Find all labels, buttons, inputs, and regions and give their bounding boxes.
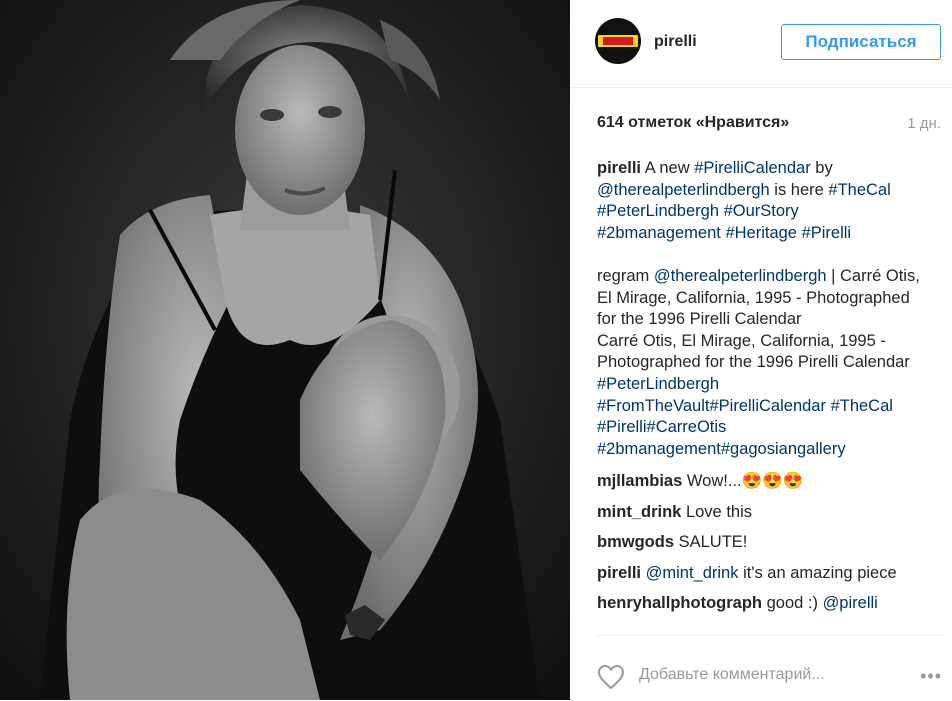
hashtag[interactable]: #PirelliCalendar	[694, 159, 810, 177]
hashtag[interactable]: #PeterLindbergh	[597, 375, 719, 393]
hashtag[interactable]: #PirelliCalendar	[710, 397, 826, 415]
post-details-panel: pirelli Подписаться 614 отметок «Нравитс…	[570, 0, 952, 700]
heart-icon[interactable]	[597, 664, 625, 690]
caption-line: #2bmanagement #Heritage #Pirelli	[597, 223, 947, 245]
caption-text: A new	[641, 159, 695, 177]
caption-username[interactable]: pirelli	[597, 159, 641, 177]
caption-text: regram	[597, 266, 654, 285]
caption-line: El Mirage, California, 1995 - Photograph…	[597, 288, 910, 307]
comment: mint_drink Love this	[597, 501, 947, 532]
hashtag[interactable]: #CarreOtis	[647, 418, 727, 436]
caption-line: Photographed for the 1996 Pirelli Calend…	[597, 353, 910, 372]
username-link[interactable]: pirelli	[654, 33, 697, 51]
comment-username[interactable]: pirelli	[597, 564, 641, 582]
comment-username[interactable]: mjllambias	[597, 472, 682, 490]
caption-line: #PeterLindbergh #OurStory	[597, 201, 947, 223]
comment: bmwgods SALUTE!	[597, 531, 947, 562]
caption-text: by	[810, 159, 833, 177]
post-caption: pirelli A new #PirelliCalendar by @there…	[597, 158, 947, 460]
comment-username[interactable]: mint_drink	[597, 503, 681, 521]
caption-line: @therealpeterlindbergh is here #TheCal	[597, 180, 947, 202]
pirelli-logo-band	[603, 37, 633, 45]
hashtag[interactable]: #PeterLindbergh	[597, 202, 719, 220]
mention[interactable]: @therealpeterlindbergh	[654, 267, 827, 285]
caption-line: Carré Otis, El Mirage, California, 1995 …	[597, 331, 886, 350]
follow-button[interactable]: Подписаться	[781, 24, 941, 60]
comment-text: Love this	[685, 502, 752, 521]
hashtag[interactable]: #TheCal	[828, 181, 890, 199]
caption-line: #PeterLindbergh	[597, 374, 947, 396]
mention[interactable]: @pirelli	[823, 594, 878, 612]
caption-line: #FromTheVault#PirelliCalendar #TheCal	[597, 396, 947, 418]
caption-line: #Pirelli#CarreOtis	[597, 417, 947, 439]
comment: pirelli @mint_drink it's an amazing piec…	[597, 562, 947, 593]
avatar[interactable]	[595, 18, 641, 64]
comment-text: Wow!...😍😍😍	[686, 472, 804, 490]
hashtag[interactable]: #OurStory	[724, 202, 799, 220]
comment-username[interactable]: henryhallphotograph	[597, 594, 762, 612]
photo-image	[0, 0, 570, 700]
post-header: pirelli Подписаться	[570, 0, 952, 88]
likes-count[interactable]: 614 отметок «Нравится»	[597, 114, 789, 132]
caption-text: is here	[769, 180, 829, 199]
hashtag[interactable]: #gagosiangallery	[721, 440, 846, 458]
hashtag[interactable]: #2bmanagement	[597, 224, 721, 242]
hashtag[interactable]: #Pirelli	[802, 224, 852, 242]
comment: mjllambias Wow!...😍😍😍	[597, 470, 947, 501]
caption-text: | Carré Otis,	[826, 266, 920, 285]
post-time[interactable]: 1 дн.	[907, 115, 941, 132]
caption-line: for the 1996 Pirelli Calendar	[597, 310, 802, 329]
hashtag[interactable]: #Heritage	[725, 224, 797, 242]
comment: henryhallphotograph good :) @pirelli	[597, 592, 947, 623]
post-photo[interactable]	[0, 0, 570, 700]
mention[interactable]: @therealpeterlindbergh	[597, 181, 770, 199]
post-footer: Добавьте комментарий... •••	[597, 635, 942, 701]
comment-username[interactable]: bmwgods	[597, 533, 674, 551]
caption-line: pirelli A new #PirelliCalendar by	[597, 158, 947, 180]
caption-line: #2bmanagement#gagosiangallery	[597, 439, 947, 461]
comment-list: mjllambias Wow!...😍😍😍 mint_drink Love th…	[597, 470, 947, 623]
comment-text: SALUTE!	[678, 533, 748, 552]
hashtag[interactable]: #TheCal	[831, 397, 893, 415]
hashtag[interactable]: #FromTheVault	[597, 397, 710, 415]
comment-text: good :)	[766, 594, 823, 613]
caption-line: regram @therealpeterlindbergh | Carré Ot…	[597, 266, 947, 288]
comment-input[interactable]: Добавьте комментарий...	[639, 666, 825, 684]
more-options-icon[interactable]: •••	[920, 666, 942, 687]
hashtag[interactable]: #2bmanagement	[597, 440, 721, 458]
mention[interactable]: @mint_drink	[646, 564, 739, 582]
hashtag[interactable]: #Pirelli	[597, 418, 647, 436]
comment-text: it's an amazing piece	[738, 563, 897, 582]
